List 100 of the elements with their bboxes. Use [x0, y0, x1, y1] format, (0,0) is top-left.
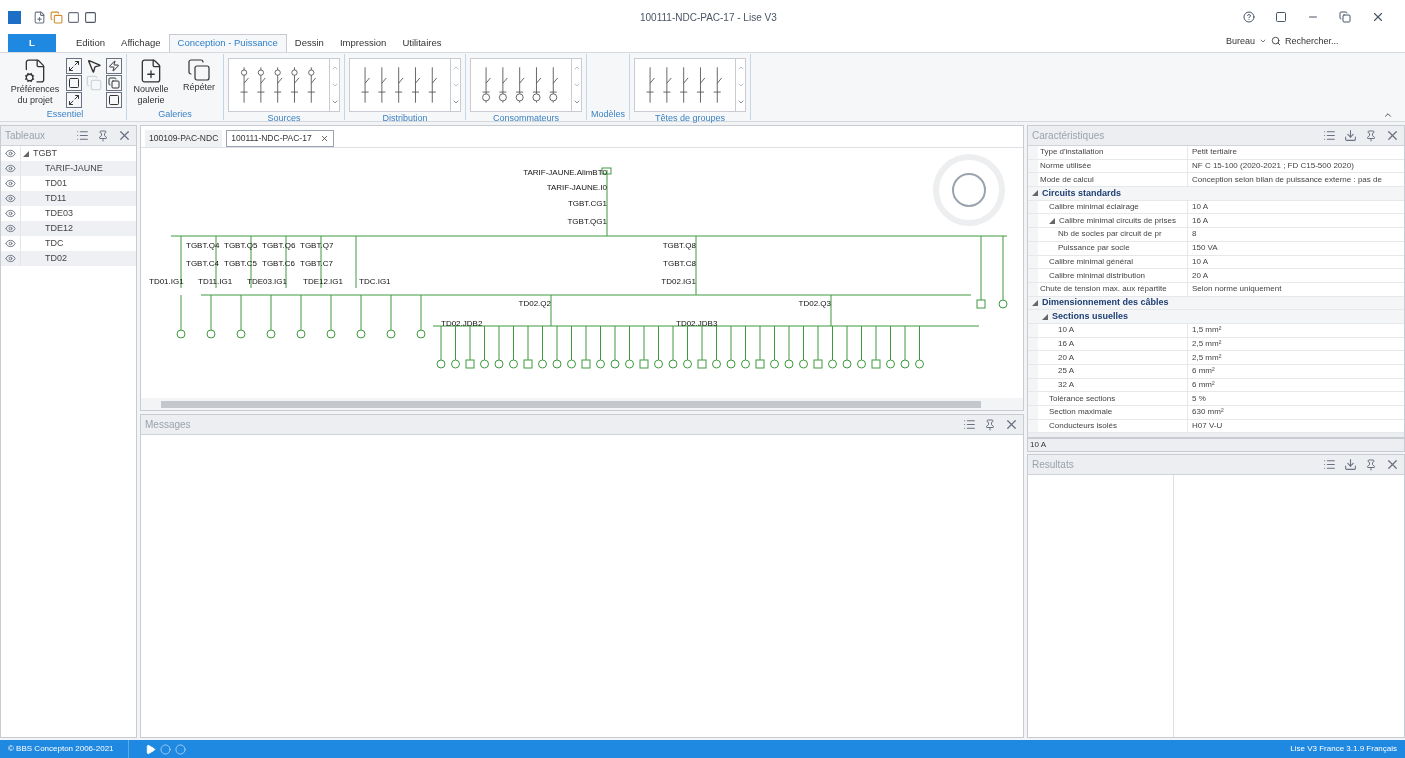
- new-file-icon[interactable]: [33, 10, 46, 24]
- search-input[interactable]: Rechercher...: [1285, 34, 1375, 48]
- play-icon[interactable]: [145, 743, 156, 755]
- ribbon-group-label: Essentiel: [46, 108, 84, 120]
- restore-icon[interactable]: [1339, 11, 1351, 23]
- ribbon-group-label: Sources: [267, 112, 301, 124]
- diagram-label: TD11.IG1: [198, 277, 233, 286]
- diagram-label: TD01.IG1: [149, 277, 184, 286]
- fit-view-icon[interactable]: [66, 58, 82, 74]
- ribbon-tab[interactable]: Utilitaires: [394, 34, 450, 52]
- ribbon-tab[interactable]: Conception - Puissance: [168, 34, 287, 52]
- visibility-icon[interactable]: [5, 178, 16, 189]
- property-category[interactable]: Sections usuelles: [1028, 310, 1404, 324]
- pin-icon[interactable]: [1365, 458, 1377, 471]
- ribbon-button[interactable]: Répéter: [179, 58, 219, 93]
- property-value: 2,5 mm²: [1192, 351, 1222, 364]
- expand-arrow-icon[interactable]: [23, 150, 29, 157]
- ribbon-tab[interactable]: Dessin: [286, 34, 332, 52]
- property-label: Puissance par socle: [1058, 242, 1130, 255]
- collapse-ribbon-icon[interactable]: [1383, 110, 1393, 120]
- diagram-label: TGBT.C5: [224, 259, 257, 268]
- symbol-gallery[interactable]: [470, 58, 572, 112]
- list-icon[interactable]: [1323, 129, 1336, 142]
- tree-item[interactable]: TD11: [1, 191, 136, 206]
- property-description: 10 A: [1030, 439, 1046, 452]
- property-label: Nb de socles par circuit de pr: [1058, 228, 1162, 241]
- diagram-label: TD02.Q2: [518, 299, 551, 308]
- close-icon[interactable]: [1371, 10, 1385, 24]
- horizontal-scrollbar[interactable]: [141, 398, 1023, 410]
- diagram-label: TGBT.C8: [663, 259, 696, 268]
- property-value: 8: [1192, 228, 1197, 241]
- tree-item[interactable]: TARIF-JAUNE: [1, 161, 136, 176]
- visibility-icon[interactable]: [5, 238, 16, 249]
- property-label: 20 A: [1058, 351, 1074, 364]
- diagram-label: TGBT.C7: [300, 259, 333, 268]
- layers-icon[interactable]: [106, 75, 122, 91]
- property-category[interactable]: Circuits standards: [1028, 187, 1404, 201]
- property-label: 25 A: [1058, 365, 1074, 378]
- property-value: 630 mm²: [1192, 406, 1224, 419]
- property-value: 16 A: [1192, 214, 1208, 227]
- property-label: Section maximale: [1049, 406, 1113, 419]
- property-label: Norme utilisée: [1040, 160, 1092, 173]
- project-preferences-button[interactable]: Préférences du projet: [8, 54, 62, 106]
- ribbon-group-label: Modèles: [591, 108, 626, 120]
- ribbon-tab[interactable]: Affichage: [113, 34, 169, 52]
- close-icon[interactable]: [1385, 128, 1400, 143]
- close-icon[interactable]: [1004, 417, 1019, 432]
- ribbon-button[interactable]: Nouvelle galerie: [131, 58, 171, 106]
- ribbon-display-icon[interactable]: [1275, 11, 1287, 23]
- visibility-icon[interactable]: [5, 208, 16, 219]
- expand-arrow-icon[interactable]: [1042, 313, 1048, 320]
- property-value: 6 mm²: [1192, 365, 1215, 378]
- tree-item[interactable]: TD02: [1, 251, 136, 266]
- symbol-gallery[interactable]: [349, 58, 451, 112]
- pin-icon[interactable]: [97, 129, 109, 142]
- export-icon[interactable]: [1344, 458, 1357, 472]
- pin-icon[interactable]: [1365, 129, 1377, 142]
- close-icon[interactable]: [117, 128, 132, 143]
- visibility-icon[interactable]: [5, 163, 16, 174]
- help-icon[interactable]: [1243, 11, 1255, 23]
- workspace-dropdown[interactable]: Bureau: [1225, 34, 1255, 48]
- document-tab[interactable]: 100109-PAC-NDC: [145, 130, 223, 147]
- search-icon: [1271, 36, 1281, 47]
- version-text: Lise V3 France 3.1.9 Français: [1290, 743, 1397, 755]
- ribbon-group-label: Têtes de groupes: [655, 112, 726, 124]
- expand-arrow-icon[interactable]: [1049, 217, 1055, 224]
- property-value: 2,5 mm²: [1192, 337, 1222, 350]
- lightning-icon[interactable]: [106, 58, 122, 74]
- pointer-icon[interactable]: [86, 58, 102, 74]
- app-logo-icon: [8, 10, 21, 24]
- diagram-label: TD02.Q3: [798, 299, 831, 308]
- expand-arrow-icon[interactable]: [1032, 190, 1038, 197]
- visibility-icon[interactable]: [5, 253, 16, 264]
- property-label: 16 A: [1058, 337, 1074, 350]
- visibility-icon[interactable]: [5, 223, 16, 234]
- symbol-gallery[interactable]: [228, 58, 330, 112]
- export-icon[interactable]: [1344, 129, 1357, 142]
- diagram-label: TGBT.CG1: [567, 199, 607, 208]
- visibility-icon[interactable]: [5, 193, 16, 204]
- ribbon-tab[interactable]: L: [8, 34, 56, 52]
- tree-item[interactable]: TDE12: [1, 221, 136, 236]
- ribbon-tab[interactable]: Impression: [331, 34, 395, 52]
- list-icon[interactable]: [76, 129, 89, 142]
- property-label: Type d'installation: [1040, 146, 1104, 159]
- document-tab[interactable]: 100111-NDC-PAC-17: [226, 130, 334, 147]
- list-icon[interactable]: [963, 418, 976, 431]
- property-label: Calibre minimal éclairage: [1049, 201, 1139, 214]
- property-label: Conducteurs isolés: [1049, 420, 1118, 433]
- list-icon[interactable]: [1323, 458, 1336, 472]
- pin-icon[interactable]: [984, 418, 996, 431]
- property-label: Calibre minimal circuits de prises: [1059, 214, 1176, 227]
- close-tab-icon[interactable]: [319, 134, 329, 143]
- expand-arrow-icon[interactable]: [1032, 299, 1038, 306]
- property-value: 5 %: [1192, 392, 1206, 405]
- visibility-icon[interactable]: [5, 148, 16, 159]
- zoom-icon[interactable]: [66, 92, 82, 108]
- symbol-gallery[interactable]: [634, 58, 737, 112]
- category-label: Dimensionnement des câbles: [1042, 296, 1169, 310]
- property-label: Chute de tension max. aux répartite: [1040, 283, 1167, 296]
- ribbon-tab[interactable]: Edition: [68, 34, 114, 52]
